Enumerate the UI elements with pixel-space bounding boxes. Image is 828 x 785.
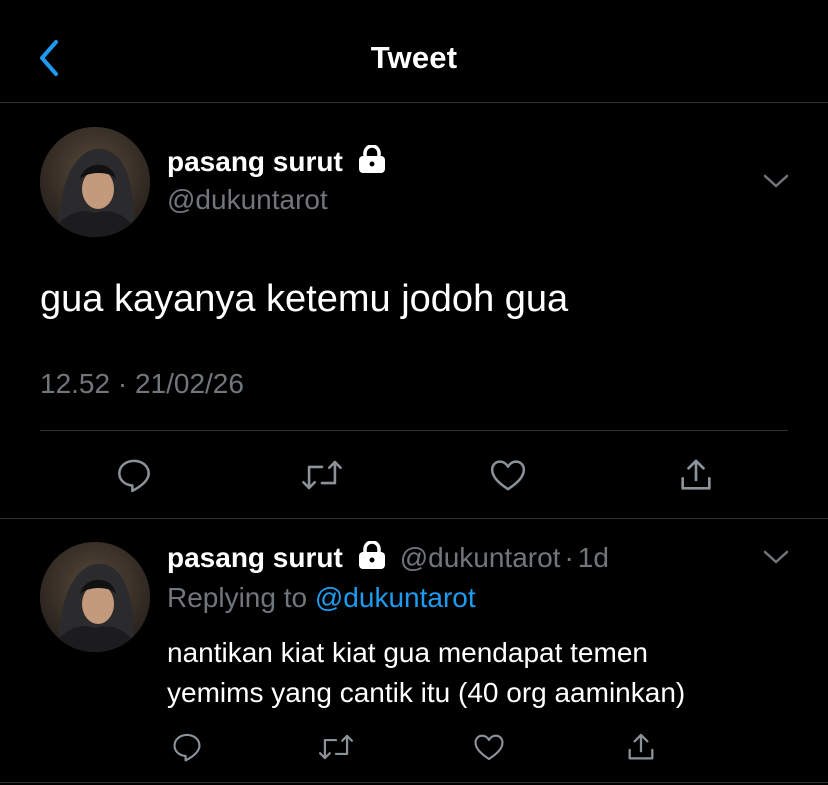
author-name[interactable]: pasang surut	[167, 146, 343, 177]
like-icon	[474, 734, 504, 761]
separator-dot: ·	[564, 542, 574, 573]
retweet-button[interactable]	[301, 455, 343, 500]
reply-age: 1d	[577, 542, 609, 573]
page-title: Tweet	[370, 40, 458, 75]
reply-icon	[173, 733, 201, 762]
author-handle[interactable]: @dukuntarot	[167, 184, 328, 216]
replying-prefix: Replying to	[167, 582, 308, 613]
reply-text-line: yemims yang cantik itu (40 org aaminkan)	[167, 677, 686, 708]
retweet-icon	[318, 734, 354, 760]
tweet-text: gua kayanya ketemu jodoh gua	[40, 278, 569, 320]
share-icon	[681, 459, 711, 490]
reply-button[interactable]	[114, 455, 154, 500]
reply-like-button[interactable]	[472, 730, 506, 769]
replying-to: Replying to @dukuntarot	[167, 582, 476, 614]
reply-author-name[interactable]: pasang surut	[167, 542, 343, 573]
chevron-down-icon	[763, 550, 789, 564]
reply-retweet-button[interactable]	[318, 730, 354, 769]
tweet-options-button[interactable]	[762, 172, 790, 195]
divider	[0, 782, 828, 783]
replying-mention[interactable]: @dukuntarot	[315, 582, 476, 613]
avatar[interactable]	[40, 127, 150, 237]
author-name-row: pasang surut	[167, 144, 387, 178]
reply-author-handle[interactable]: @dukuntarot	[400, 542, 561, 573]
tweet-timestamp[interactable]: 12.52 · 21/02/26	[40, 368, 244, 400]
divider	[40, 430, 788, 431]
lock-icon	[357, 540, 387, 574]
top-bar: Tweet	[0, 0, 828, 103]
divider	[0, 518, 828, 519]
chevron-down-icon	[763, 174, 789, 188]
like-button[interactable]	[488, 455, 528, 500]
lock-icon	[357, 144, 387, 178]
reply-icon	[118, 459, 150, 493]
reply-text: nantikan kiat kiat gua mendapat temen ye…	[167, 633, 787, 713]
reply-reply-button[interactable]	[170, 730, 204, 769]
like-icon	[490, 460, 526, 491]
share-button[interactable]	[676, 455, 716, 500]
retweet-icon	[302, 460, 342, 490]
reply-avatar[interactable]	[40, 542, 150, 652]
reply-header: pasang surut @dukuntarot · 1d	[167, 540, 609, 574]
share-icon	[628, 733, 654, 760]
reply-options-button[interactable]	[762, 548, 790, 571]
reply-text-line: nantikan kiat kiat gua mendapat temen	[167, 637, 648, 668]
reply-share-button[interactable]	[624, 730, 658, 769]
